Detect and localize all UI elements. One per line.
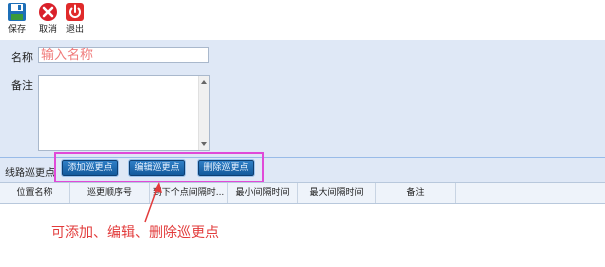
- annotation-note: 可添加、编辑、删除巡更点: [51, 225, 219, 241]
